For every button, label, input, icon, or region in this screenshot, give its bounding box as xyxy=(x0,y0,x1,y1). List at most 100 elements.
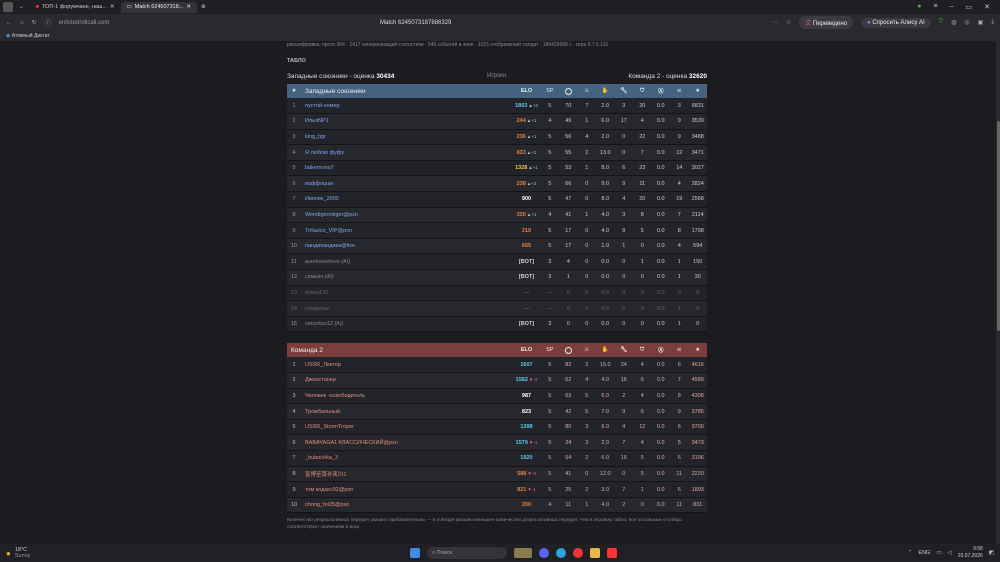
crosshair-icon[interactable] xyxy=(559,343,578,357)
windows-start-icon[interactable] xyxy=(410,548,420,558)
chevron-up-icon[interactable]: ⌃ xyxy=(908,550,913,556)
skull-icon[interactable]: ☠ xyxy=(670,84,689,98)
player-name-link[interactable]: BABAYAGA1 КЛАССИЧЕСКИЙ@psn xyxy=(301,434,513,452)
player-name-link[interactable]: Иволек_2000 xyxy=(301,191,513,208)
skull-icon[interactable]: ☠ xyxy=(670,343,689,357)
maximize-icon[interactable]: ▭ xyxy=(966,3,973,11)
telegram-icon[interactable] xyxy=(556,548,566,558)
player-name-link[interactable]: Человек -освободитель xyxy=(301,388,513,405)
landscape-icon[interactable] xyxy=(514,548,532,558)
tab-list-icon[interactable]: ⌄ xyxy=(19,4,24,10)
taskbar-search[interactable]: ⌕ Поиск xyxy=(427,547,507,559)
language-indicator[interactable]: ENG xyxy=(918,550,930,556)
discord-icon[interactable] xyxy=(539,548,549,558)
scrollbar[interactable] xyxy=(996,41,1000,544)
stat-cell: 5 xyxy=(540,466,559,483)
site-info-icon[interactable]: ⓘ xyxy=(45,18,51,27)
player-name-link[interactable]: ваффлшан xyxy=(301,175,513,193)
players-tab[interactable]: Игроки xyxy=(487,73,506,79)
sp-header[interactable]: SP xyxy=(540,343,559,357)
player-name-link[interactable]: пандапандика@live xyxy=(301,238,513,255)
menu-icon[interactable]: ≡ xyxy=(934,3,938,11)
row-number: 11 xyxy=(287,253,301,271)
elo-header[interactable]: ELO xyxy=(512,343,541,357)
stat-cell: 3539 xyxy=(688,113,707,130)
tab-forum[interactable]: ■ ТОП-1 форумчане, наш... ✕ xyxy=(30,2,121,13)
collections-icon[interactable]: ▣ xyxy=(978,19,984,26)
weather-widget[interactable]: 18°C Sunny xyxy=(15,547,31,559)
close-window-icon[interactable]: ✕ xyxy=(984,3,990,11)
download-icon[interactable]: ⤓ xyxy=(991,19,994,26)
minimize-icon[interactable]: – xyxy=(950,3,954,11)
scrollbar-thumb[interactable] xyxy=(996,121,1000,331)
player-name-link[interactable]: ИльяNP1 xyxy=(301,113,513,130)
new-tab-icon[interactable]: ⊕ xyxy=(201,4,206,10)
row-number: 14 xyxy=(287,300,301,317)
yandex-icon[interactable] xyxy=(573,548,583,558)
close-icon[interactable]: ✕ xyxy=(110,4,115,10)
elo-delta: ▼-3 xyxy=(527,470,536,476)
bookmark-icon[interactable]: ☆ xyxy=(786,19,791,26)
yandex-browser-icon[interactable] xyxy=(607,548,617,558)
a-badge-icon[interactable]: Ⓐ xyxy=(651,343,670,357)
shield-icon[interactable]: ⛉ xyxy=(633,343,652,357)
team1-header: ★ Западные союзники ELO SP ⚔ ✋ 🔧︎ ⛉ Ⓐ ☠ … xyxy=(287,84,707,98)
volume-icon[interactable]: ◁ xyxy=(948,550,952,556)
player-name-link[interactable]: Трожбальный xyxy=(301,403,513,420)
elo-header[interactable]: ELO xyxy=(512,84,541,98)
player-name-link[interactable]: king_tigr xyxy=(301,129,513,146)
star-score-icon[interactable]: ★ xyxy=(688,84,707,98)
browser-tab-bar: ⌄ ■ ТОП-1 форумчане, наш... ✕ ▭ Match 62… xyxy=(0,0,1000,14)
wrench-icon[interactable]: 🔧︎ xyxy=(614,343,633,357)
ask-alice-button[interactable]: ● Спросить Алису AI xyxy=(861,17,931,28)
url-field[interactable]: enlistedrollcall.com xyxy=(59,20,110,26)
stat-cell: 8 xyxy=(670,222,689,239)
sp-header[interactable]: SP xyxy=(540,84,559,98)
player-name-link[interactable]: USSR_StormTroper xyxy=(301,419,513,436)
translated-button[interactable]: 文 Переведено xyxy=(799,16,854,29)
weather-icon[interactable]: ● xyxy=(6,549,11,558)
player-name-link[interactable]: Я люблю фуфу xyxy=(301,144,513,161)
player-name-link[interactable]: _bubochka_3 xyxy=(301,450,513,467)
wrench-icon[interactable]: 🔧︎ xyxy=(614,84,633,98)
stat-cell: 0 xyxy=(633,497,652,514)
back-icon[interactable]: ← xyxy=(6,20,12,26)
player-name-link[interactable]: пустой номер xyxy=(301,98,513,115)
reload-icon[interactable]: ↻ xyxy=(32,19,37,26)
player-name-link[interactable]: chong_fei25@psn xyxy=(301,497,513,514)
player-name-link[interactable]: bakemono7 xyxy=(301,160,513,177)
rifle-icon[interactable]: ⚔ xyxy=(577,84,596,98)
a-badge-icon[interactable]: Ⓐ xyxy=(651,84,670,98)
player-name-link[interactable]: USSR_Лектор xyxy=(301,357,513,374)
crosshair-icon[interactable] xyxy=(559,84,578,98)
home-icon[interactable]: ⌂ xyxy=(20,20,24,26)
rifle-icon[interactable]: ⚔ xyxy=(577,343,596,357)
table-row: 5 USSR_StormTroper 1398 5 80 3 6.0 4 12 0.0 6 3709 xyxy=(287,419,707,436)
profile-icon[interactable]: ◎ xyxy=(964,19,969,26)
player-name-link[interactable]: том кодкес92@psn xyxy=(301,481,513,498)
tab-match[interactable]: ▭ Match 624507318... ✕ xyxy=(120,1,197,13)
adblock-icon[interactable]: ⛉ xyxy=(939,19,944,26)
shield-icon[interactable]: ● xyxy=(917,3,921,11)
stat-cell: 0 xyxy=(633,238,652,255)
network-icon[interactable]: ▭ xyxy=(936,550,941,556)
close-icon[interactable]: ✕ xyxy=(186,4,191,10)
browser-menu-icon[interactable] xyxy=(3,2,13,12)
folder-icon[interactable] xyxy=(590,548,600,558)
player-name-link[interactable]: 富博至尊孙笑川1 xyxy=(301,466,513,483)
bookmark-item[interactable]: ◉ Атомный Диктат xyxy=(6,33,50,39)
more-icon[interactable]: ⋯ xyxy=(772,19,778,26)
clock[interactable]: 9:58 29.07.2026 xyxy=(958,546,983,559)
extension-icon[interactable]: ◍ xyxy=(951,19,956,26)
stat-cell: 15 xyxy=(614,450,633,467)
hand-icon[interactable]: ✋ xyxy=(596,343,615,357)
star-score-icon[interactable]: ★ xyxy=(688,343,707,357)
notification-icon[interactable]: ◩ xyxy=(989,550,994,556)
player-name-link[interactable]: Trifasico_VIP@psn xyxy=(301,222,513,239)
hand-icon[interactable]: ✋ xyxy=(596,84,615,98)
player-name-link[interactable]: Джонстонер xyxy=(301,372,513,389)
shield-icon[interactable]: ⛉ xyxy=(633,84,652,98)
player-name-link[interactable]: Wendigirontiger@psn xyxy=(301,207,513,224)
stat-cell: 0.0 xyxy=(651,160,670,177)
stat-cell: 8 xyxy=(633,207,652,224)
